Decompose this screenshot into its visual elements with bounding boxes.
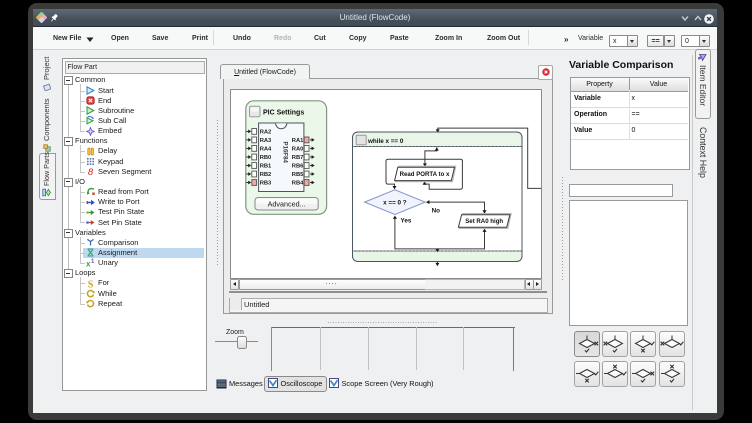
svg-text:x == 0 ?: x == 0 ? bbox=[383, 199, 407, 206]
svg-text:RA4: RA4 bbox=[260, 147, 272, 153]
svg-text:Advanced...: Advanced... bbox=[268, 199, 306, 208]
svg-text:S: S bbox=[87, 279, 93, 288]
svg-text:RB4: RB4 bbox=[292, 181, 304, 187]
svg-text:Yes: Yes bbox=[401, 218, 412, 225]
svg-text:RB7: RB7 bbox=[292, 155, 304, 161]
svg-text:RA0: RA0 bbox=[292, 147, 304, 153]
svg-text:RB0: RB0 bbox=[260, 155, 272, 161]
svg-text:P16F84: P16F84 bbox=[282, 142, 289, 164]
svg-text:RA1: RA1 bbox=[292, 138, 304, 144]
svg-text:1: 1 bbox=[91, 259, 95, 265]
svg-text:PIC Settings: PIC Settings bbox=[263, 110, 304, 117]
svg-text:RB6: RB6 bbox=[292, 164, 304, 170]
svg-text:Read PORTA to x: Read PORTA to x bbox=[400, 171, 450, 178]
svg-text:8: 8 bbox=[87, 167, 93, 176]
svg-text:RB3: RB3 bbox=[260, 181, 272, 187]
svg-text:Set RA0 high: Set RA0 high bbox=[465, 218, 503, 225]
svg-text:RA3: RA3 bbox=[260, 138, 272, 144]
svg-text:RA2: RA2 bbox=[260, 130, 272, 136]
svg-text:while x == 0: while x == 0 bbox=[367, 138, 404, 145]
svg-text:RB5: RB5 bbox=[292, 172, 304, 178]
svg-text:RB1: RB1 bbox=[260, 164, 272, 170]
svg-text:No: No bbox=[432, 207, 441, 214]
svg-text:RB2: RB2 bbox=[260, 172, 272, 178]
